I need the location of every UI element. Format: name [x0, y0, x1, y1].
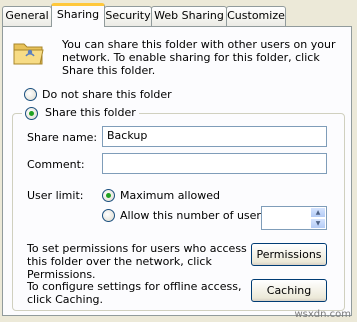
comment-input[interactable] — [102, 153, 327, 174]
do-not-share-label[interactable]: Do not share this folder — [42, 88, 172, 101]
watermark: wsxdn.com — [294, 309, 351, 320]
user-count-spinner[interactable]: ▲ ▼ — [261, 206, 327, 230]
share-name-input[interactable]: Backup — [102, 126, 327, 147]
spinner-buttons: ▲ ▼ — [310, 207, 326, 229]
permissions-text: To set permissions for users who access … — [27, 242, 247, 281]
maximum-allowed-radio[interactable] — [102, 189, 115, 202]
shared-folder-icon — [12, 38, 48, 68]
share-folder-label[interactable]: Share this folder — [45, 106, 136, 119]
caching-text: To configure settings for offline access… — [27, 280, 242, 306]
do-not-share-radio[interactable] — [24, 88, 37, 101]
user-limit-label: User limit: — [27, 189, 84, 202]
selected-dot — [106, 193, 111, 198]
comment-label: Comment: — [27, 158, 85, 171]
share-name-label: Share name: — [27, 131, 98, 144]
caching-button[interactable]: Caching — [251, 279, 327, 302]
selected-dot — [29, 111, 34, 116]
panel-content: You can share this folder with other use… — [0, 0, 357, 322]
allow-number-radio[interactable] — [102, 209, 115, 222]
intro-text: You can share this folder with other use… — [62, 38, 336, 77]
spin-down-icon[interactable]: ▼ — [310, 218, 326, 229]
share-option: Share this folder — [22, 106, 139, 120]
permissions-button[interactable]: Permissions — [251, 243, 327, 266]
allow-number-label[interactable]: Allow this number of users: — [120, 209, 270, 222]
spin-up-icon[interactable]: ▲ — [310, 207, 326, 218]
share-folder-radio[interactable] — [25, 107, 38, 120]
maximum-allowed-label[interactable]: Maximum allowed — [120, 189, 220, 202]
